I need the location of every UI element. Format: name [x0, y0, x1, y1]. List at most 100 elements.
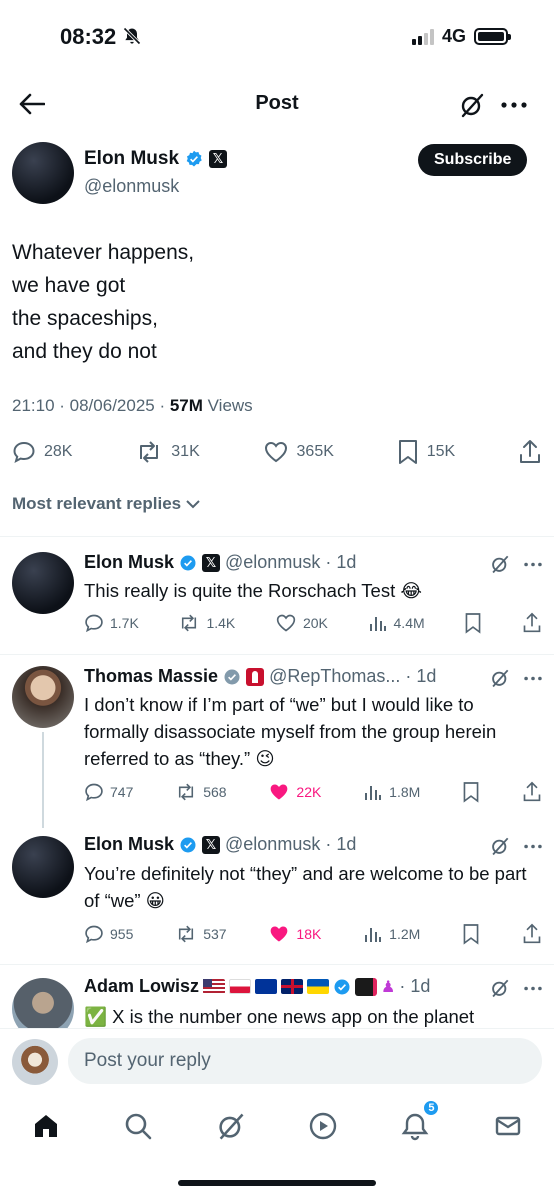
search-icon[interactable] — [123, 1111, 153, 1141]
reply-count: 747 — [110, 784, 134, 800]
reply-count: 28K — [44, 443, 73, 460]
more-dots-icon[interactable] — [524, 986, 542, 991]
repost-action[interactable]: 568 — [175, 782, 227, 802]
repost-action[interactable]: 1.4K — [178, 613, 235, 633]
more-dots-icon[interactable] — [524, 844, 542, 849]
reply-item[interactable]: Elon Musk 𝕏 @elonmusk · 1d You’re defini… — [0, 828, 554, 964]
grok-icon[interactable] — [490, 836, 510, 856]
author-name: Elon Musk — [84, 148, 180, 169]
like-count: 365K — [296, 443, 334, 460]
x-affiliate-icon: 𝕏 — [202, 553, 221, 572]
views-chart-icon — [365, 786, 382, 800]
post-text: Whatever happens, we have got the spaces… — [12, 241, 195, 363]
reply-item[interactable]: Thomas Massie @RepThomas... · 1d I don’t… — [0, 654, 554, 828]
reply-handle: @elonmusk — [225, 552, 321, 572]
repost-count: 537 — [203, 926, 227, 942]
repost-icon — [182, 614, 197, 632]
reply-header: Elon Musk 𝕏 @elonmusk · 1d — [84, 834, 444, 855]
reply-action[interactable]: 1.7K — [84, 613, 139, 633]
reply-item[interactable]: Elon Musk 𝕏 @elonmusk · 1d This really i… — [0, 536, 554, 654]
reply-action-bar: 1.7K 1.4K 20K 4.4M — [84, 612, 542, 634]
mail-icon[interactable] — [493, 1111, 523, 1141]
my-avatar[interactable] — [12, 1039, 58, 1085]
reply-avatar[interactable] — [12, 552, 74, 614]
status-time-text: 08:32 — [60, 24, 117, 49]
author-avatar[interactable] — [12, 142, 74, 204]
repost-icon — [179, 783, 194, 801]
repost-action[interactable]: 537 — [175, 924, 227, 944]
verified-badge-icon — [334, 979, 350, 994]
share-icon[interactable] — [522, 781, 542, 803]
repost-count: 1.4K — [206, 615, 236, 631]
play-video-icon[interactable] — [308, 1111, 338, 1141]
flag-us-icon — [203, 979, 226, 994]
like-action[interactable]: 18K — [268, 924, 321, 944]
status-indicators: 4G — [411, 26, 511, 47]
repost-count: 31K — [171, 443, 200, 460]
reply-item[interactable]: Adam Lowisz ♟ · 1d ✅ X is the number one… — [0, 964, 554, 1028]
grok-icon[interactable] — [490, 668, 510, 688]
subscribe-button[interactable]: Subscribe — [418, 144, 528, 176]
share-icon[interactable] — [522, 612, 542, 634]
verified-badge-icon — [180, 837, 196, 852]
reply-action[interactable]: 28K — [12, 440, 72, 464]
more-button[interactable] — [496, 92, 532, 118]
grok-icon[interactable] — [216, 1111, 246, 1141]
home-indicator — [178, 1180, 376, 1186]
reply-icon — [85, 925, 103, 944]
reply-avatar[interactable] — [12, 978, 74, 1028]
reply-action[interactable]: 747 — [84, 782, 133, 802]
x-affiliate-icon: 𝕏 — [209, 150, 228, 168]
grok-button[interactable] — [456, 90, 488, 120]
views-action[interactable]: 1.8M — [363, 782, 420, 802]
x-affiliate-icon: 𝕏 — [202, 835, 221, 854]
reply-header: Thomas Massie @RepThomas... · 1d — [84, 666, 444, 687]
views-count: 57M — [169, 396, 203, 415]
reply-time: · 1d — [325, 552, 357, 572]
reply-action[interactable]: 955 — [84, 924, 133, 944]
reply-input[interactable]: Post your reply — [68, 1038, 542, 1084]
like-count: 22K — [296, 784, 322, 800]
reply-sort-label: Most relevant replies — [12, 494, 182, 513]
reply-action-bar: 747 568 22K 1.8M — [84, 781, 542, 803]
repost-action[interactable]: 31K — [135, 440, 200, 464]
bookmark-icon[interactable] — [464, 612, 482, 634]
reply-handle: @elonmusk — [225, 834, 321, 854]
like-action[interactable]: 22K — [268, 782, 321, 802]
bookmark-icon[interactable] — [462, 923, 480, 945]
heart-filled-icon — [271, 784, 288, 800]
bottom-tab-bar: 5 — [0, 1098, 554, 1154]
views-action[interactable]: 4.4M — [368, 613, 425, 633]
reply-avatar[interactable] — [12, 836, 74, 898]
share-icon — [519, 440, 540, 463]
capitol-affiliate-icon — [246, 667, 265, 686]
like-action[interactable]: 20K — [275, 613, 328, 633]
grok-icon[interactable] — [490, 554, 510, 574]
views-action[interactable]: 1.2M — [363, 924, 420, 944]
affiliate-logo-icon — [355, 977, 378, 996]
reply-sort-selector[interactable]: Most relevant replies — [12, 494, 201, 514]
verified-badge-icon — [180, 555, 196, 570]
bookmark-action[interactable]: 15K — [397, 439, 455, 465]
more-dots-icon[interactable] — [524, 562, 542, 567]
reply-avatar[interactable] — [12, 666, 74, 728]
post-meta: 21:10 · 08/06/2025 · 57M Views — [12, 396, 253, 416]
reply-text: ✅ X is the number one news app on the pl… — [84, 1006, 475, 1027]
reply-handle: @RepThomas... — [269, 666, 401, 686]
reply-count: 955 — [110, 926, 134, 942]
more-dots-icon[interactable] — [524, 676, 542, 681]
flag-poland-icon — [229, 979, 252, 994]
share-icon[interactable] — [522, 923, 542, 945]
like-action[interactable]: 365K — [263, 440, 334, 464]
repost-count: 568 — [203, 784, 227, 800]
verified-badge-icon — [186, 150, 202, 167]
notifications-tab[interactable]: 5 — [400, 1099, 441, 1141]
share-action[interactable] — [518, 439, 542, 465]
network-label: 4G — [441, 26, 466, 46]
post-timestamp: 21:10 · 08/06/2025 · — [12, 396, 170, 415]
bookmark-icon[interactable] — [462, 781, 480, 803]
grok-icon[interactable] — [490, 978, 510, 998]
home-icon[interactable] — [31, 1111, 61, 1141]
author-name-row[interactable]: Elon Musk 𝕏 — [84, 148, 228, 170]
reply-tools — [490, 836, 542, 856]
